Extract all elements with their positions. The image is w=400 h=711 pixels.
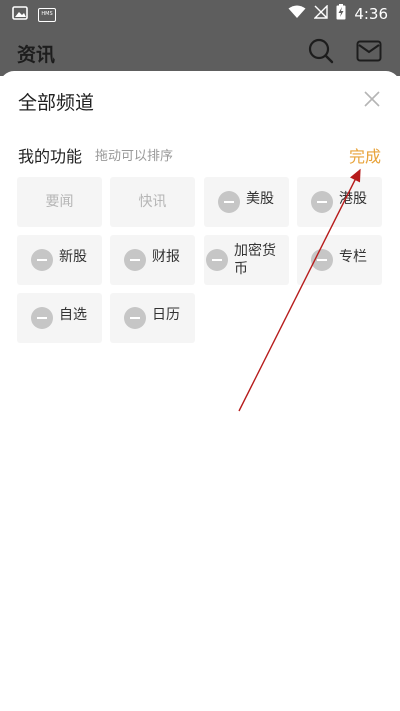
remove-icon[interactable] [206, 249, 228, 271]
channel-tile[interactable]: 日历 [110, 293, 195, 343]
channel-label: 加密货币 [234, 243, 276, 277]
remove-icon[interactable] [31, 249, 53, 271]
channel-label: 新股 [59, 249, 87, 265]
hms-icon: HMS [38, 7, 56, 22]
channel-label: 专栏 [339, 249, 367, 265]
wifi-icon [288, 5, 306, 23]
section-hint: 拖动可以排序 [95, 149, 174, 164]
close-icon[interactable] [361, 88, 383, 110]
remove-icon[interactable] [124, 249, 146, 271]
channel-tile[interactable]: 港股 [297, 177, 382, 227]
channels-sheet: 全部频道 我的功能 拖动可以排序 完成 要闻 快讯 美股 港股 新股 财报 加密… [0, 71, 400, 711]
channel-label: 财报 [152, 249, 180, 265]
remove-icon[interactable] [31, 307, 53, 329]
no-signal-icon [313, 4, 329, 23]
channel-tile[interactable]: 快讯 [110, 177, 195, 227]
remove-icon[interactable] [311, 249, 333, 271]
remove-icon[interactable] [124, 307, 146, 329]
channel-tile[interactable]: 加密货币 [204, 235, 289, 285]
channel-tile[interactable]: 要闻 [17, 177, 102, 227]
clock-time: 4:36 [354, 5, 388, 23]
channel-label: 美股 [246, 191, 274, 207]
battery-charging-icon [336, 4, 346, 24]
channel-label: 自选 [59, 307, 87, 323]
mail-icon[interactable] [356, 40, 382, 66]
channel-tile[interactable]: 专栏 [297, 235, 382, 285]
done-button[interactable]: 完成 [349, 143, 381, 167]
remove-icon[interactable] [311, 191, 333, 213]
channel-tile[interactable]: 新股 [17, 235, 102, 285]
status-bar: HMS 4:36 [0, 0, 400, 28]
channel-label: 港股 [339, 191, 367, 207]
app-header: 资讯 [0, 28, 400, 76]
channel-tile[interactable]: 自选 [17, 293, 102, 343]
sheet-title: 全部频道 [18, 92, 95, 114]
remove-icon[interactable] [218, 191, 240, 213]
channel-tile[interactable]: 美股 [204, 177, 289, 227]
search-icon[interactable] [308, 38, 334, 68]
channel-label: 日历 [152, 307, 180, 323]
channel-label: 要闻 [45, 194, 74, 210]
channel-tile[interactable]: 财报 [110, 235, 195, 285]
image-icon [12, 5, 28, 24]
channel-label: 快讯 [138, 194, 167, 210]
section-title: 我的功能 [18, 147, 83, 166]
app-title: 资讯 [17, 44, 56, 66]
